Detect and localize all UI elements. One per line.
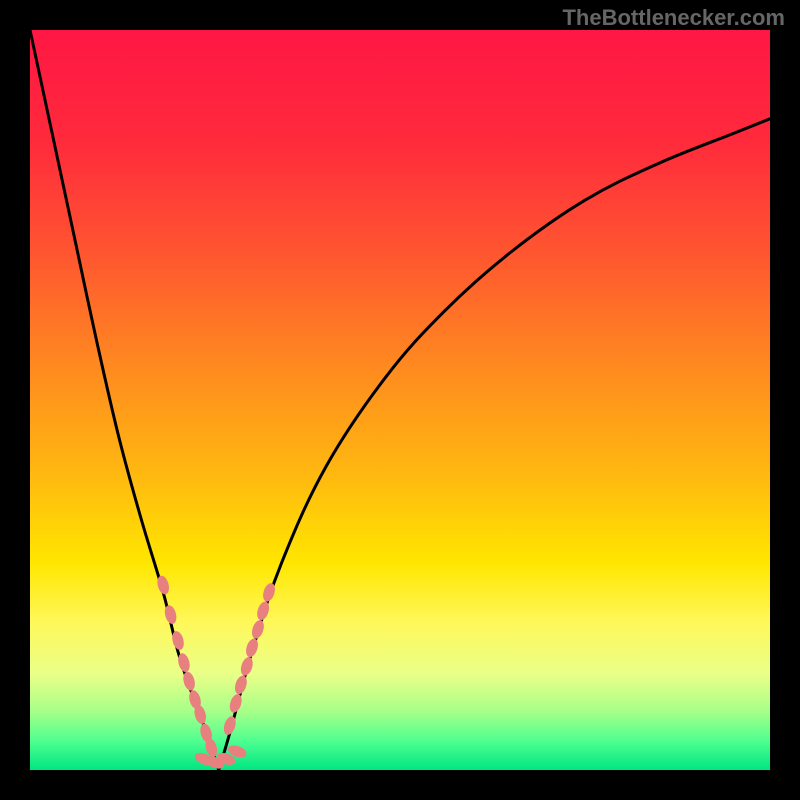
marker	[228, 693, 244, 715]
marker	[244, 637, 260, 659]
marker	[239, 656, 255, 678]
curve-left-curve	[30, 30, 219, 770]
marker	[250, 619, 266, 641]
curve-right-curve	[219, 119, 770, 770]
curves-layer	[30, 30, 770, 770]
chart-area	[30, 30, 770, 770]
marker	[222, 715, 238, 737]
marker	[233, 674, 249, 696]
marker	[255, 600, 271, 622]
watermark-text: TheBottlenecker.com	[562, 5, 785, 31]
marker	[163, 604, 178, 625]
